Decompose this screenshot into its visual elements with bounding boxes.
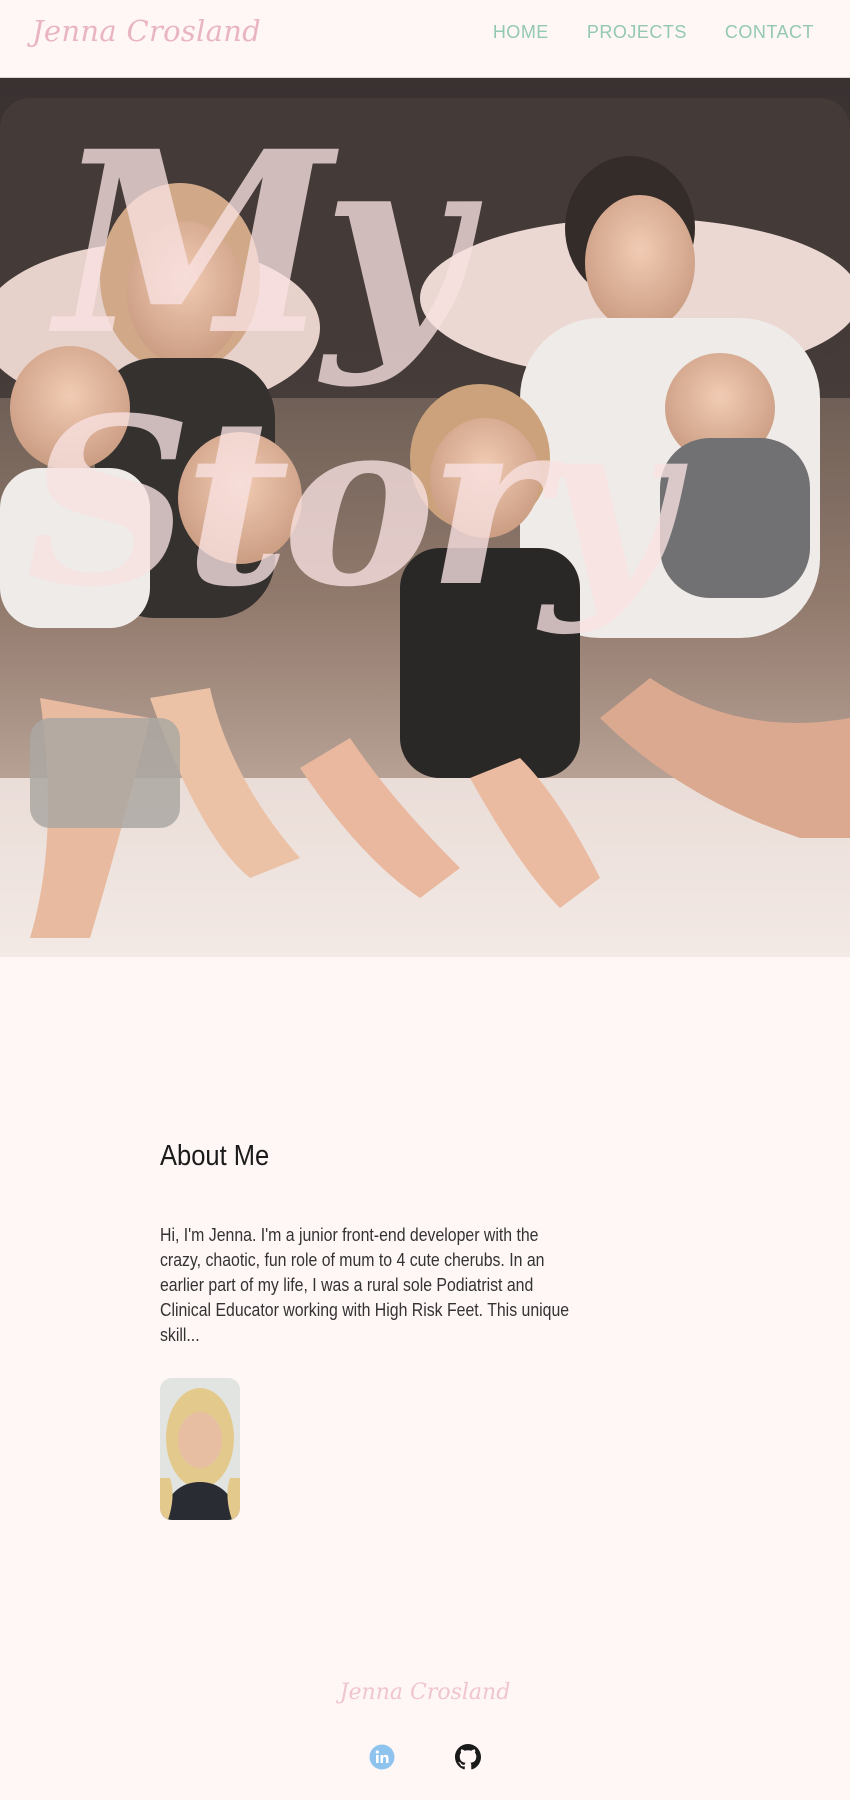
hero-title-line2: Story	[26, 368, 675, 638]
linkedin-icon[interactable]	[369, 1744, 395, 1770]
nav-home-link[interactable]: HOME	[493, 22, 549, 43]
about-heading: About Me	[160, 1140, 270, 1172]
about-body: Hi, I'm Jenna. I'm a junior front-end de…	[160, 1225, 570, 1345]
site-logo[interactable]: Jenna Crosland	[32, 14, 261, 48]
hero-banner: My Story	[0, 78, 850, 957]
footer-logo[interactable]: Jenna Crosland	[0, 1680, 850, 1705]
github-icon[interactable]	[455, 1744, 481, 1770]
profile-photo	[160, 1378, 240, 1520]
nav-contact-link[interactable]: CONTACT	[725, 22, 814, 43]
nav-projects-link[interactable]: PROJECTS	[587, 22, 687, 43]
site-header: Jenna Crosland HOME PROJECTS CONTACT	[0, 0, 850, 78]
profile-photo-image	[160, 1378, 240, 1520]
hero-title-line1: My	[56, 96, 468, 390]
about-section: About Me Hi, I'm Jenna. I'm a junior fro…	[160, 1140, 590, 1348]
hero-title: My Story	[26, 118, 826, 618]
main-nav: HOME PROJECTS CONTACT	[493, 22, 814, 43]
